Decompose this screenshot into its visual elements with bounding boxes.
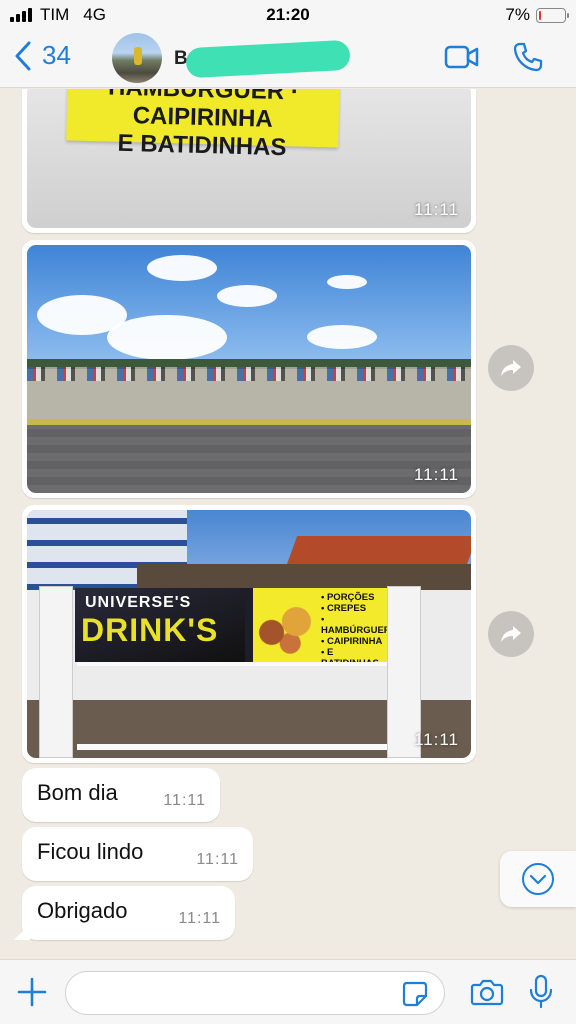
battery-level xyxy=(539,10,541,20)
microphone-icon xyxy=(529,974,553,1009)
message-input[interactable] xyxy=(65,971,445,1015)
message-time: 11:11 xyxy=(178,910,221,927)
avatar[interactable] xyxy=(112,33,162,83)
image-message[interactable]: HAMBÚRGUER · CAIPIRINHA E BATIDINHAS 11:… xyxy=(22,89,476,233)
banner-item: • E BATIDINHAS xyxy=(321,647,379,662)
camera-button[interactable] xyxy=(470,978,504,1011)
text-message[interactable]: Obrigado 11:11 xyxy=(14,886,235,940)
forward-arrow-icon xyxy=(501,626,521,642)
bubble-tail xyxy=(14,924,30,940)
microphone-button[interactable] xyxy=(528,974,554,1015)
phone-icon xyxy=(513,42,543,72)
message-composer xyxy=(0,959,576,1024)
text-message[interactable]: Bom dia 11:11 xyxy=(22,768,220,822)
photo[interactable]: UNIVERSE'S DRINK'S • PORÇÕES • CREPES • … xyxy=(27,510,471,758)
image-message[interactable]: 11:11 xyxy=(22,240,476,498)
voice-call-button[interactable] xyxy=(512,41,544,78)
banner-item: • CAIPIRINHA xyxy=(321,636,383,647)
battery-percent: 7% xyxy=(505,5,530,24)
message-text: Ficou lindo xyxy=(37,839,144,864)
back-button[interactable]: 34 xyxy=(14,40,71,71)
message-time: 11:11 xyxy=(196,851,239,868)
banner-item: • PORÇÕES xyxy=(321,592,375,603)
plus-icon xyxy=(17,977,47,1007)
sticker-button[interactable] xyxy=(402,981,428,1012)
forward-button[interactable] xyxy=(488,345,534,391)
banner-title: UNIVERSE'S xyxy=(85,594,192,611)
text-message[interactable]: Ficou lindo 11:11 xyxy=(22,827,253,881)
battery-icon xyxy=(536,7,569,23)
forward-button[interactable] xyxy=(488,611,534,657)
status-right: 7% xyxy=(505,5,569,25)
back-chevron-icon xyxy=(15,41,31,70)
message-time: 11:11 xyxy=(413,200,459,219)
video-call-button[interactable] xyxy=(444,45,480,74)
forward-arrow-icon xyxy=(501,360,521,376)
message-time: 11:11 xyxy=(163,792,206,809)
message-time: 11:11 xyxy=(413,465,459,484)
scroll-to-bottom-button[interactable] xyxy=(500,851,576,907)
banner-item: • CREPES xyxy=(321,603,367,614)
status-bar: TIM 4G 21:20 7% xyxy=(0,0,576,30)
banner-brand: DRINK'S xyxy=(81,612,219,648)
camera-icon xyxy=(470,979,504,1006)
message-text: Bom dia xyxy=(37,780,118,805)
photo[interactable]: 11:11 xyxy=(27,245,471,493)
redaction-scribble xyxy=(185,39,351,79)
banner-item: • HAMBÚRGUER xyxy=(321,614,387,636)
attach-button[interactable] xyxy=(16,976,48,1013)
chat-area[interactable]: HAMBÚRGUER · CAIPIRINHA E BATIDINHAS 11:… xyxy=(0,89,576,959)
photo[interactable]: HAMBÚRGUER · CAIPIRINHA E BATIDINHAS 11:… xyxy=(27,89,471,228)
chat-header: 34 B xyxy=(0,30,576,88)
chevron-down-icon xyxy=(522,863,554,895)
photo-banner: HAMBÚRGUER · CAIPIRINHA E BATIDINHAS xyxy=(66,89,340,161)
sticker-icon xyxy=(402,981,428,1007)
unread-count: 34 xyxy=(42,40,71,70)
message-text: Obrigado xyxy=(37,898,128,923)
banner-menu-list: • PORÇÕES • CREPES • HAMBÚRGUER • CAIPIR… xyxy=(321,592,387,662)
video-camera-icon xyxy=(444,45,479,69)
clock: 21:20 xyxy=(266,5,310,24)
message-time: 11:11 xyxy=(413,730,459,749)
photo-banner: UNIVERSE'S DRINK'S • PORÇÕES • CREPES • … xyxy=(75,588,387,662)
image-message[interactable]: UNIVERSE'S DRINK'S • PORÇÕES • CREPES • … xyxy=(22,505,476,763)
